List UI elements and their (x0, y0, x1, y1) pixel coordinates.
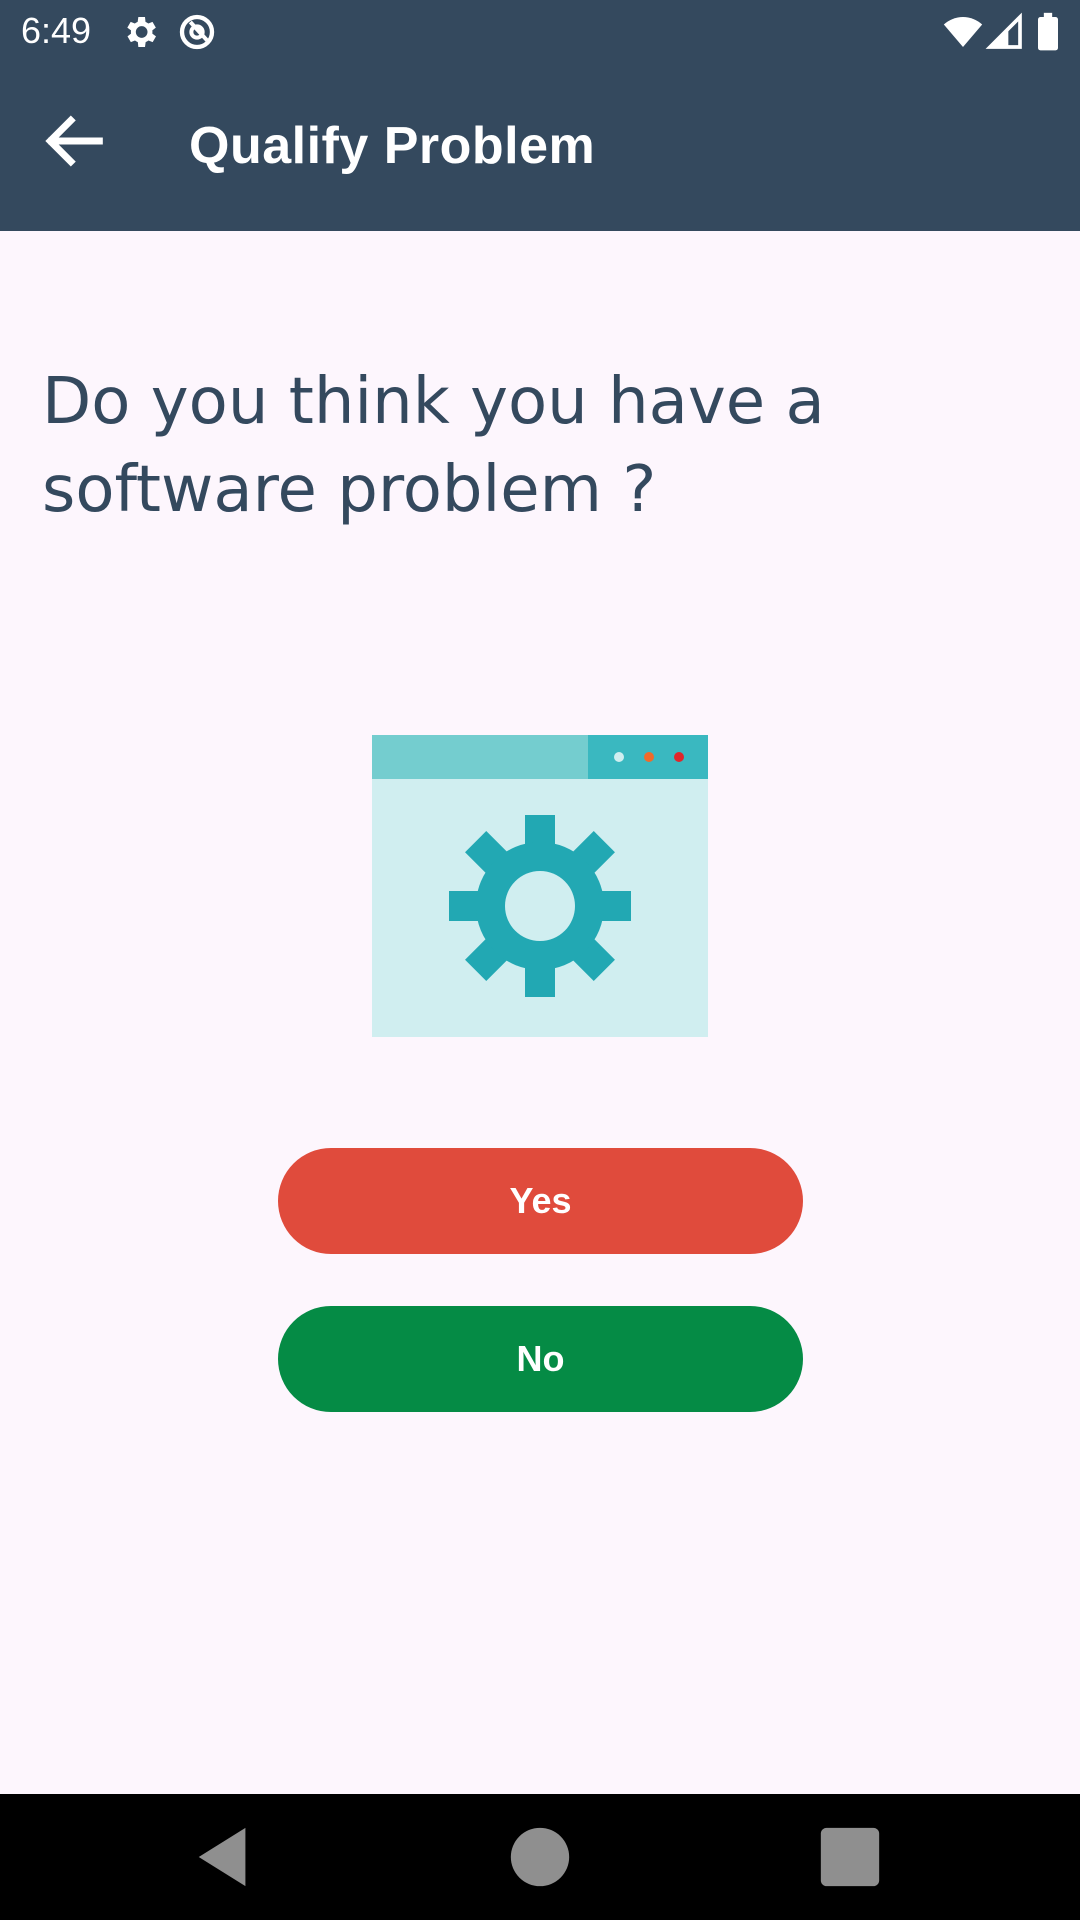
recents-square-icon[interactable] (815, 1822, 885, 1892)
settings-icon (120, 12, 160, 52)
status-time: 6:49 (21, 10, 92, 51)
app-bar: Qualify Problem (0, 63, 1080, 231)
navigation-bar (0, 1794, 1080, 1920)
wifi-icon (943, 12, 983, 52)
battery-icon (1030, 12, 1066, 52)
status-bar: 6:49 (0, 0, 1080, 63)
software-settings-window-icon (372, 735, 708, 1037)
home-circle-icon[interactable] (505, 1822, 575, 1892)
screen: 6:49 Qualify Problem Do you think you ha… (0, 0, 1080, 1920)
no-button[interactable]: No (278, 1306, 803, 1412)
arrow-left-icon (36, 103, 112, 179)
page-title: Qualify Problem (189, 117, 596, 175)
signal-icon (985, 12, 1025, 52)
question-text: Do you think you have a software problem… (42, 365, 825, 527)
at-sign-icon (177, 12, 217, 52)
back-button[interactable] (36, 103, 112, 179)
back-triangle-icon[interactable] (190, 1822, 260, 1892)
yes-button[interactable]: Yes (278, 1148, 803, 1254)
